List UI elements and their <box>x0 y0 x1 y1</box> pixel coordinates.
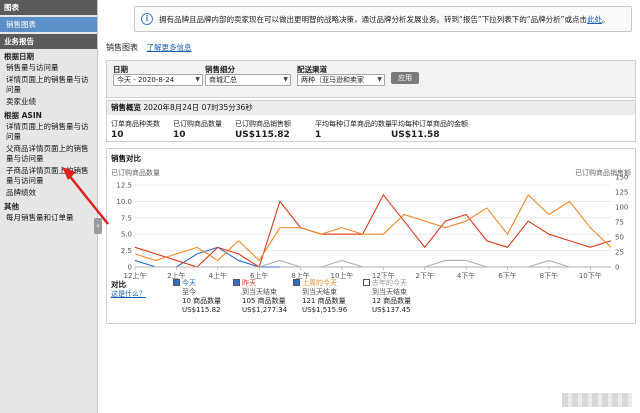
left-tick-label: 12.5 <box>116 182 132 190</box>
compare-sales: US$137.45 <box>372 306 411 314</box>
compare-column: 昨天 到当天结束 105 商品数量 US$1,277.34 <box>233 279 287 315</box>
compare-column: 上周的今天 到当天结束 121 商品数量 US$1,515.96 <box>293 279 347 315</box>
sidebar-section-charts: 图表 <box>0 0 97 15</box>
sidebar-item[interactable]: 销售量与访问量 <box>0 62 97 74</box>
right-tick-label: 75 <box>615 219 624 227</box>
sidebar-item-sales-chart[interactable]: 销售图表 <box>0 17 97 32</box>
metric-value: US$115.82 <box>235 130 290 140</box>
compare-items: 12 商品数量 <box>372 297 412 305</box>
red-arrow-annotation <box>62 167 109 225</box>
metric-value: 1 <box>315 130 322 140</box>
x-tick-label: 12上午 <box>124 271 147 280</box>
sales-compare: 销售对比 已订购商品数量 已订购商品销售额 12.5 10.0 7.5 5.0 2.5 0 15… <box>106 148 636 324</box>
right-tick-label: 25 <box>615 249 624 257</box>
subdivision-value: 商城汇总 <box>209 76 237 84</box>
compare-column: 去年的今天 到当天结束 12 商品数量 US$137.45 <box>363 279 411 315</box>
left-tick-label: 7.5 <box>121 214 132 222</box>
compare-items: 10 商品数量 <box>182 297 222 305</box>
sidebar-section-reports: 业务报告 <box>0 34 97 49</box>
compare-range: 至今 <box>182 288 196 296</box>
metric-label: 平均每种订单商品的金额 <box>391 120 468 128</box>
filter-panel: 日期 今天 - 2020-8-24 ▼ 销售细分 商城汇总 ▼ 配送渠道 两种（亚马… <box>106 60 636 98</box>
right-tick-label: 0 <box>615 264 619 272</box>
watermark <box>562 393 632 407</box>
compare-name: 上周的今天 <box>302 279 337 287</box>
left-tick-label: 10.0 <box>116 198 132 206</box>
compare-column: 今天 至今 10 商品数量 US$115.82 <box>173 279 221 315</box>
summary-title: 销售概览 <box>111 103 141 112</box>
compare-name: 今天 <box>182 279 196 287</box>
sidebar-item[interactable]: 卖家业绩 <box>0 96 97 108</box>
summary-metric: 已订购商品销售额 US$115.82 <box>235 119 291 140</box>
sidebar-item[interactable]: 详情页面上的销售量与访问量 <box>0 74 97 96</box>
compare-range: 到当天结束 <box>372 288 407 296</box>
sidebar-item[interactable]: 详情页面上的销售量与访问量 <box>0 121 97 143</box>
left-axis-title: 已订购商品数量 <box>111 168 160 177</box>
compare-checkbox[interactable] <box>233 279 240 286</box>
channel-select[interactable]: 两种（亚马逊和卖家 ▼ <box>297 74 385 86</box>
summary-metric: 平均每种订单商品的金额 US$11.58 <box>391 119 468 140</box>
info-icon: i <box>141 13 153 25</box>
left-tick-label: 2.5 <box>121 247 132 255</box>
compare-range: 到当天结束 <box>242 288 277 296</box>
metric-value: 10 <box>173 130 186 140</box>
compare-checkbox[interactable] <box>363 279 370 286</box>
compare-items: 105 商品数量 <box>242 297 286 305</box>
sidebar-group-title: 根据 ASIN <box>4 111 42 120</box>
banner-text: 拥有品牌且品牌内部的卖家现在可以做出更明智的战略决策，通过品牌分析发展业务。转到… <box>159 14 588 24</box>
date-value: 今天 - 2020-8-24 <box>117 76 175 84</box>
compare-name: 昨天 <box>242 279 256 287</box>
metric-value: US$11.58 <box>391 130 440 140</box>
sidebar-group-title: 根据日期 <box>4 52 34 61</box>
channel-value: 两种（亚马逊和卖家 <box>301 76 364 84</box>
right-tick-label: 100 <box>615 204 628 212</box>
summary-metric: 平均每种订单商品的数量 1 <box>315 119 392 140</box>
apply-button[interactable]: 应用 <box>391 72 419 84</box>
compare-sales: US$115.82 <box>182 306 221 314</box>
subdivision-select[interactable]: 商城汇总 ▼ <box>205 74 291 86</box>
left-tick-label: 5.0 <box>121 231 132 239</box>
sidebar-item[interactable]: 父商品详情页面上的销售量与访问量 <box>0 143 97 165</box>
series-line <box>135 259 611 268</box>
compare-checkbox[interactable] <box>173 279 180 286</box>
compare-range: 到当天结束 <box>302 288 337 296</box>
what-is-this-link[interactable]: 这是什么？ <box>111 289 146 299</box>
sales-line-chart: 已订购商品数量 已订购商品销售额12.510.07.55.02.501501251… <box>111 168 631 280</box>
compare-items: 121 商品数量 <box>302 297 346 305</box>
chevron-down-icon: ▼ <box>377 76 382 83</box>
x-tick-label: 6下午 <box>498 271 516 280</box>
compare-sales: US$1,515.96 <box>302 306 348 314</box>
x-tick-label: 4下午 <box>457 271 475 280</box>
main-content: i 拥有品牌且品牌内部的卖家现在可以做出更明智的战略决策，通过品牌分析发展业务。… <box>106 0 640 413</box>
chevron-down-icon: ▼ <box>195 76 200 83</box>
compare-checkbox[interactable] <box>293 279 300 286</box>
summary-metric: 已订购商品数量 10 <box>173 119 222 140</box>
metric-label: 已订购商品销售额 <box>235 120 291 128</box>
metric-value: 10 <box>111 130 124 140</box>
summary-header: 销售概览 2020年8月24日 07时35分36秒 <box>107 101 635 115</box>
metric-label: 已订购商品数量 <box>173 120 222 128</box>
banner-tail: 。 <box>602 14 610 24</box>
left-tick-label: 0 <box>128 264 132 272</box>
right-tick-label: 125 <box>615 189 628 197</box>
x-tick-label: 8下午 <box>540 271 558 280</box>
summary-timestamp: 2020年8月24日 07时35分36秒 <box>143 103 253 112</box>
banner-link[interactable]: 此处 <box>587 14 602 25</box>
x-tick-label: 10下午 <box>579 271 602 280</box>
compare-name: 去年的今天 <box>372 279 407 287</box>
date-select[interactable]: 今天 - 2020-8-24 ▼ <box>113 74 203 86</box>
metric-label: 订单商品种类数 <box>111 120 160 128</box>
page-title: 销售图表 <box>106 43 138 52</box>
chevron-down-icon: ▼ <box>283 76 288 83</box>
metric-label: 平均每种订单商品的数量 <box>315 120 392 128</box>
sales-summary: 销售概览 2020年8月24日 07时35分36秒 订单商品种类数 10 已订购商品… <box>106 100 636 142</box>
right-tick-label: 50 <box>615 234 624 242</box>
summary-metric: 订单商品种类数 10 <box>111 119 160 140</box>
x-tick-label: 2下午 <box>416 271 434 280</box>
learn-more-link[interactable]: 了解更多信息 <box>147 43 192 52</box>
page-title-row: 销售图表 了解更多信息 <box>106 42 192 53</box>
info-banner: i 拥有品牌且品牌内部的卖家现在可以做出更明智的战略决策，通过品牌分析发展业务。… <box>134 6 632 32</box>
compare-sales: US$1,277.34 <box>242 306 288 314</box>
right-tick-label: 150 <box>615 174 628 182</box>
